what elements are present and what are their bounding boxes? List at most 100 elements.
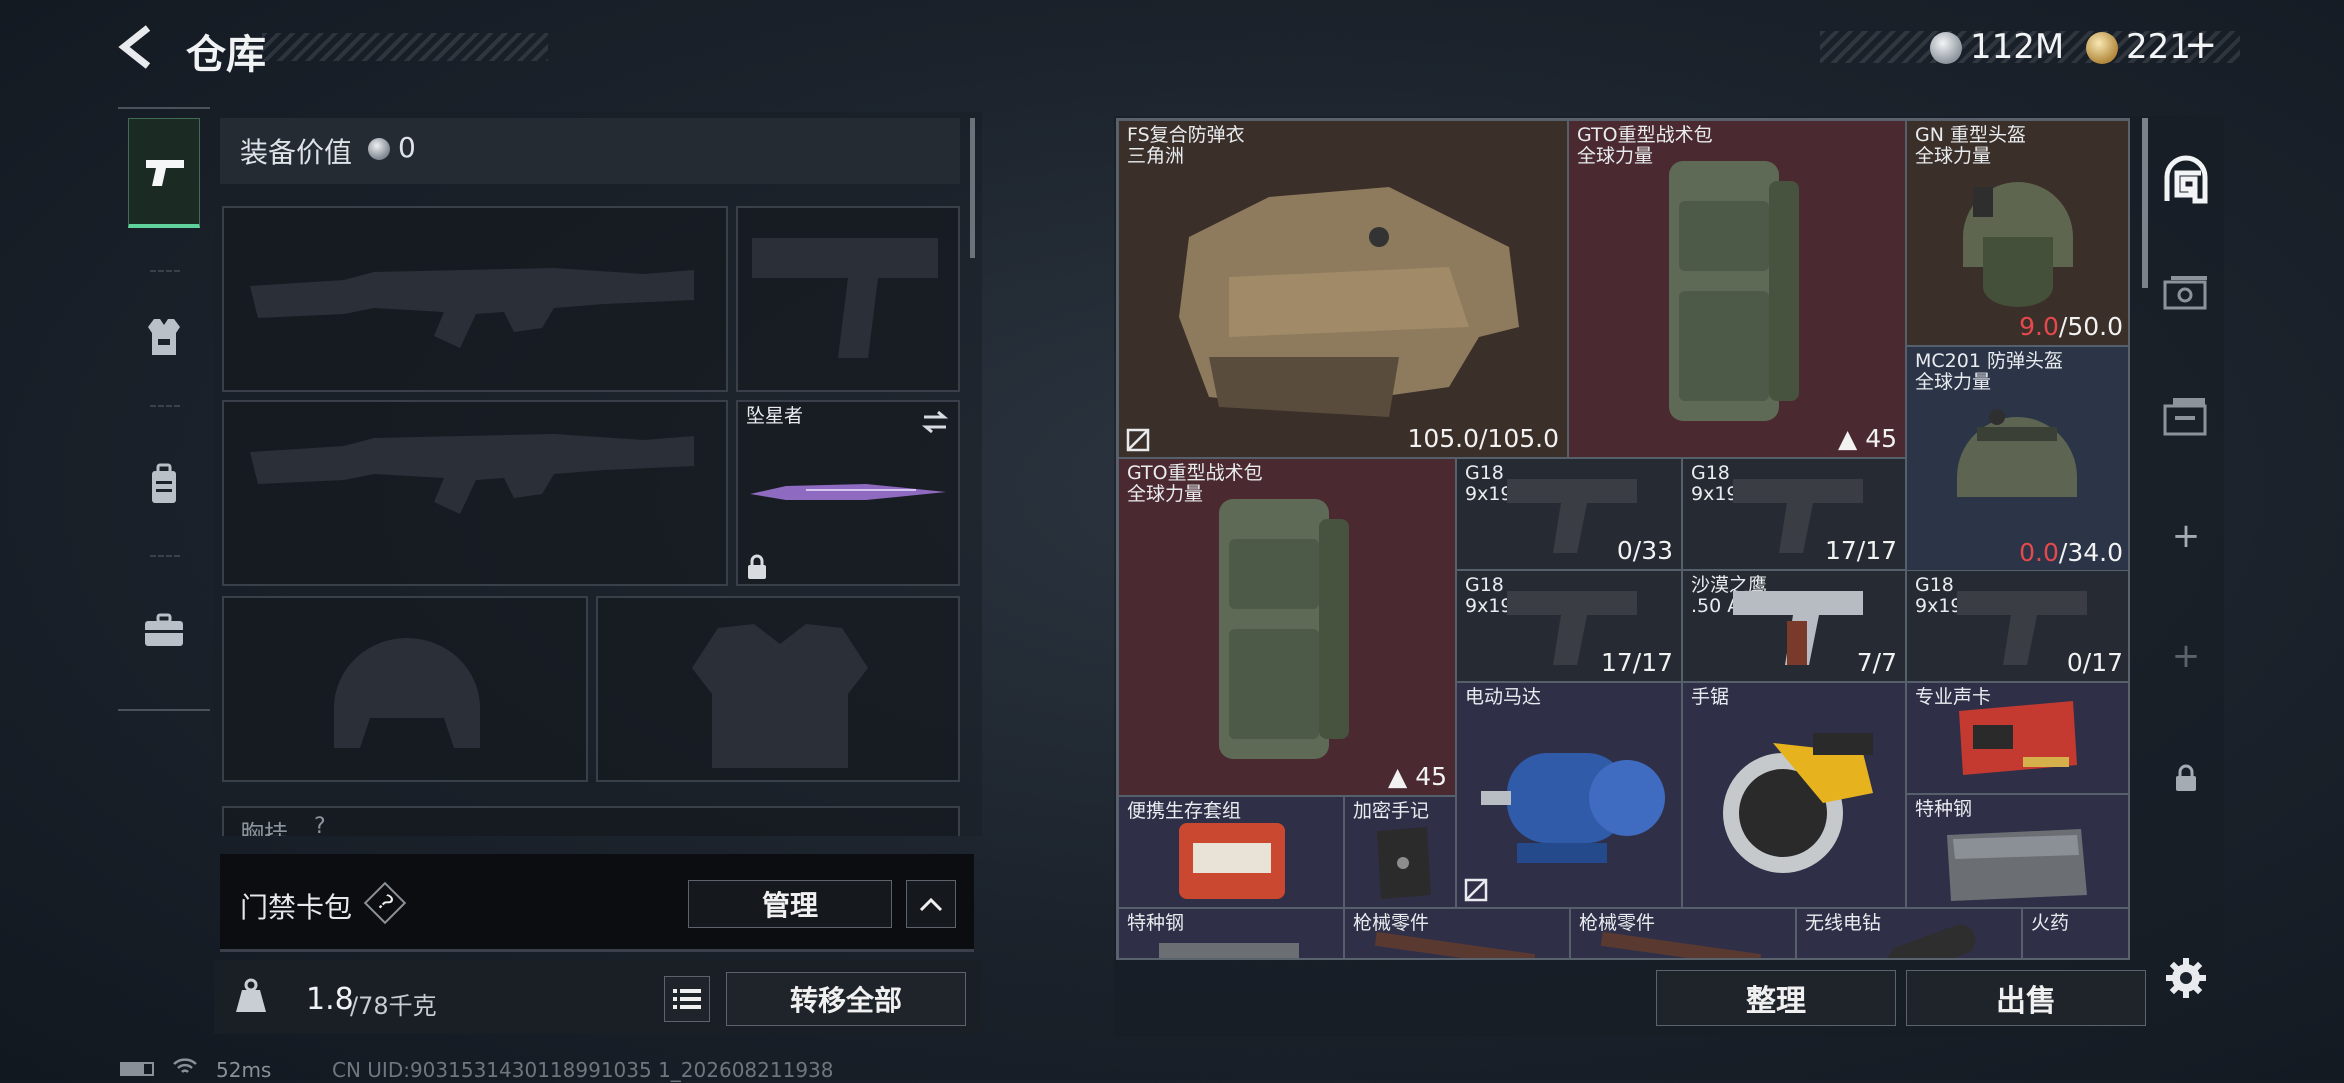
primary-weapon-slot[interactable] xyxy=(222,206,728,392)
no-insurance-icon xyxy=(1126,428,1150,452)
stash-item-sound-card[interactable]: 专业声卡 xyxy=(1906,682,2128,794)
stash-home-icon xyxy=(2164,155,2208,204)
stash-item-hand-saw[interactable]: 手锯 xyxy=(1682,682,1906,908)
rifle-silhouette-icon xyxy=(250,434,694,514)
knife-icon xyxy=(750,484,946,500)
gun-parts-image xyxy=(1600,931,1762,958)
pistol-icon xyxy=(146,159,184,186)
chevron-up-icon xyxy=(919,897,943,912)
capacity-current: 1.8 xyxy=(306,982,354,1017)
chest-rig-help-icon[interactable]: ? xyxy=(314,814,326,836)
backpack-image xyxy=(1219,499,1349,759)
lock-icon xyxy=(2176,764,2196,791)
secondary-weapon-slot[interactable] xyxy=(222,400,728,586)
sound-card-image xyxy=(1959,701,2077,775)
stash-item-special-steel[interactable]: 特种钢 xyxy=(1118,908,1344,958)
vest-icon xyxy=(148,319,180,355)
stash-scrollbar[interactable] xyxy=(2142,118,2148,288)
keycard-collapse-button[interactable] xyxy=(906,880,956,928)
stash-item-backpack[interactable]: GTO重型战术包 全球力量 ▲ 45 xyxy=(1568,120,1906,458)
stash-item-survival-kit[interactable]: 便携生存套组 xyxy=(1118,796,1344,908)
title-underline-decoration xyxy=(262,33,548,61)
stash-item-gunpowder[interactable]: 火药 xyxy=(2022,908,2128,958)
stash-item-pistol[interactable]: G189x19mm 17/17 xyxy=(1682,458,1906,570)
stash-item-gun-parts[interactable]: 枪械零件 xyxy=(1570,908,1796,958)
briefcase-icon xyxy=(145,613,183,646)
coin-gold-icon xyxy=(2086,32,2118,64)
tab-column-top-line xyxy=(118,107,210,109)
stash-item-desert-eagle[interactable]: 沙漠之鹰 .50 AE 7/7 xyxy=(1682,570,1906,682)
notebook-image xyxy=(1377,827,1431,899)
equipment-scrollbar[interactable] xyxy=(970,118,975,258)
body-armor-image xyxy=(1179,187,1519,417)
armor-silhouette-icon xyxy=(692,624,868,768)
tab-case[interactable] xyxy=(128,575,200,685)
cash-button[interactable] xyxy=(2158,266,2214,322)
sell-button[interactable]: 出售 xyxy=(1906,970,2146,1026)
stash-item-helmet-gn[interactable]: GN 重型头盔 全球力量 9.0/50.0 xyxy=(1906,120,2128,346)
equipment-value-number: 0 xyxy=(398,131,416,164)
stash-item-vest[interactable]: FS复合防弹衣 三角洲 105.0/105.0 xyxy=(1118,120,1568,458)
swap-icon[interactable] xyxy=(920,408,950,436)
stash-item-special-steel[interactable]: 特种钢 xyxy=(1906,794,2128,908)
stash-item-pistol[interactable]: G189x19mm 0/17 xyxy=(1906,570,2128,682)
list-icon xyxy=(673,989,701,1009)
lock-icon xyxy=(748,554,766,579)
equipment-value-label: 装备价值 xyxy=(240,136,353,169)
uid-text: CN UID:9031531430118991035 1_20260821193… xyxy=(332,1058,834,1082)
tab-separator xyxy=(150,270,180,272)
box-icon xyxy=(2163,398,2207,436)
melee-slot[interactable]: 坠星者 xyxy=(736,400,960,586)
box-button[interactable] xyxy=(2158,388,2214,444)
stash-home-button[interactable] xyxy=(2158,152,2214,208)
gear-icon xyxy=(2166,958,2206,998)
armor-slot[interactable] xyxy=(596,596,960,782)
currency-silver-value: 112M xyxy=(1970,27,2065,67)
add-currency-button[interactable]: + xyxy=(2184,22,2218,68)
circular-saw-image xyxy=(1723,733,1873,873)
stash-item-pistol[interactable]: G189x19mm 17/17 xyxy=(1456,570,1682,682)
tab-weapons[interactable] xyxy=(128,118,200,228)
keycard-label: 门禁卡包 xyxy=(240,891,353,924)
coin-silver-icon xyxy=(368,138,390,160)
stash-item-helmet-mc201[interactable]: MC201 防弹头盔 全球力量 0.0/34.0 xyxy=(1906,346,2128,572)
stash-item-encrypted-notes[interactable]: 加密手记 xyxy=(1344,796,1456,908)
chest-rig-label: 胸挂 xyxy=(240,820,288,836)
currency-gold-value: 221 xyxy=(2126,27,2191,67)
tab-backpack[interactable] xyxy=(128,430,200,540)
add-storage-button[interactable]: + xyxy=(2158,508,2214,564)
weight-icon xyxy=(234,978,268,1014)
coin-silver-icon xyxy=(1930,32,1962,64)
survival-kit-image xyxy=(1179,823,1285,899)
sort-button[interactable]: 整理 xyxy=(1656,970,1896,1026)
back-arrow-icon xyxy=(118,25,151,69)
drill-image xyxy=(1884,920,1980,958)
tab-armor[interactable] xyxy=(128,282,200,392)
tab-column-bottom-line xyxy=(118,709,210,711)
keycard-manage-button[interactable]: 管理 xyxy=(688,880,892,928)
transfer-all-button[interactable]: 转移全部 xyxy=(726,972,966,1026)
pistol-silhouette-icon xyxy=(752,238,938,358)
settings-button[interactable] xyxy=(2158,950,2214,1006)
ping-text: 52ms xyxy=(216,1058,272,1082)
page-title: 仓库 xyxy=(186,32,266,78)
stash-item-cordless-drill[interactable]: 无线电钻 xyxy=(1796,908,2022,958)
wifi-icon xyxy=(172,1056,198,1078)
motor-image xyxy=(1481,753,1665,863)
no-insurance-icon xyxy=(1464,878,1488,902)
tab-separator xyxy=(150,555,180,557)
chest-rig-slot[interactable]: 胸挂 ? xyxy=(222,806,960,836)
helmet-slot[interactable] xyxy=(222,596,588,782)
helmet-image xyxy=(1957,409,2077,497)
back-button[interactable] xyxy=(112,22,162,72)
list-view-button[interactable] xyxy=(664,976,710,1022)
tab-separator xyxy=(150,405,180,407)
pistol-slot[interactable] xyxy=(736,206,960,392)
lock-button[interactable] xyxy=(2158,750,2214,806)
stash-item-backpack[interactable]: GTO重型战术包 全球力量 ▲ 45 xyxy=(1118,458,1456,796)
stash-item-pistol[interactable]: G189x19mm 0/33 xyxy=(1456,458,1682,570)
melee-name: 坠星者 xyxy=(746,405,804,427)
stash-item-electric-motor[interactable]: 电动马达 xyxy=(1456,682,1682,908)
rifle-silhouette-icon xyxy=(250,268,694,348)
stash-item-gun-parts[interactable]: 枪械零件 xyxy=(1344,908,1570,958)
